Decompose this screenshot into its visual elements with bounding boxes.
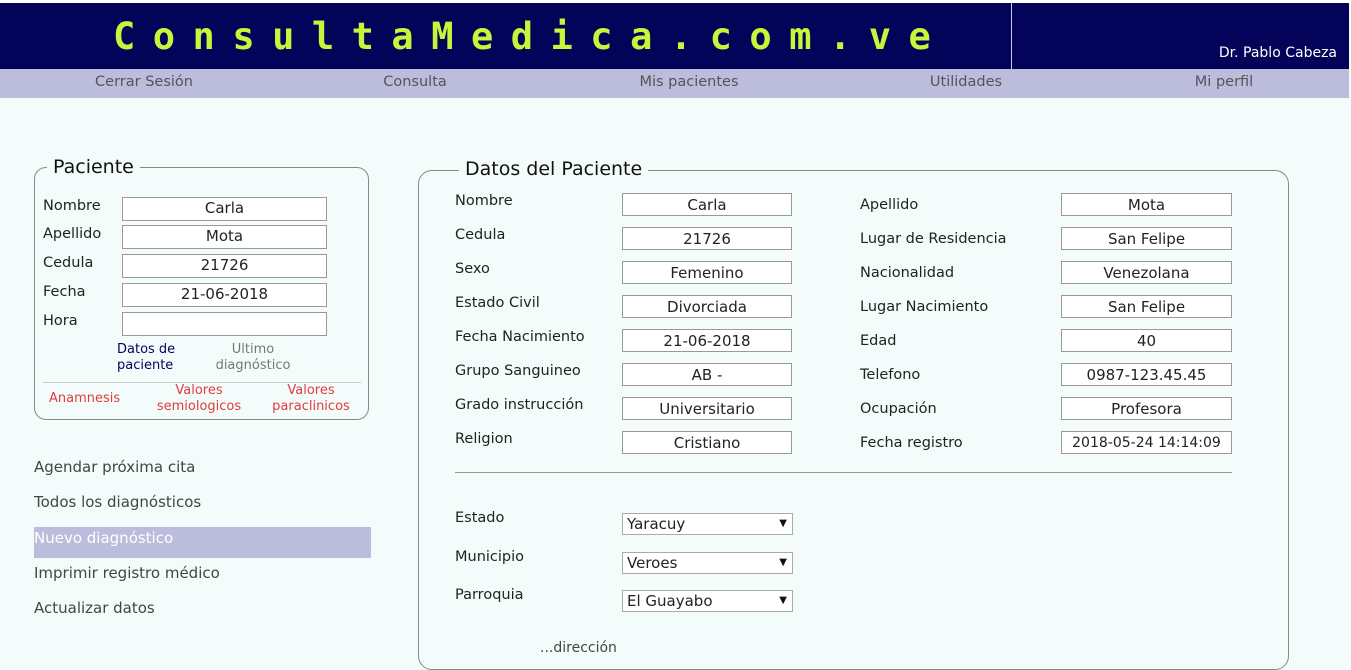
datos-apellido-field[interactable]: Mota — [1061, 193, 1232, 216]
nav-consulta[interactable]: Consulta — [383, 74, 447, 90]
side-nuevo-diagnostico[interactable]: Nuevo diagnóstico — [34, 527, 371, 558]
datos-label-edad: Edad — [860, 333, 897, 349]
datos-label-parroquia: Parroquia — [455, 587, 524, 603]
datos-label-fecha-nacimiento: Fecha Nacimiento — [455, 329, 585, 345]
side-imprimir-registro[interactable]: Imprimir registro médico — [34, 564, 220, 582]
datos-label-fecha-registro: Fecha registro — [860, 435, 963, 451]
datos-estado-civil-field[interactable]: Divorciada — [622, 295, 792, 318]
chevron-down-icon: ▼ — [779, 595, 787, 606]
datos-lugar-residencia-field[interactable]: San Felipe — [1061, 227, 1232, 250]
estado-select-value: Yaracuy — [627, 515, 686, 533]
nav-mis-pacientes[interactable]: Mis pacientes — [639, 74, 738, 90]
datos-lugar-nacimiento-field[interactable]: San Felipe — [1061, 295, 1232, 318]
patient-nombre-field[interactable]: Carla — [122, 197, 327, 221]
datos-grado-instruccion-field[interactable]: Universitario — [622, 397, 792, 420]
datos-telefono-field[interactable]: 0987-123.45.45 — [1061, 363, 1232, 386]
datos-ocupacion-field[interactable]: Profesora — [1061, 397, 1232, 420]
datos-label-grado-instruccion: Grado instrucción — [455, 397, 584, 413]
datos-fecha-nacimiento-field[interactable]: 21-06-2018 — [622, 329, 792, 352]
link-valores-paraclinicos[interactable]: Valores paraclinicos — [265, 383, 357, 415]
header-divider — [1011, 3, 1012, 69]
nav-mi-perfil[interactable]: Mi perfil — [1195, 74, 1253, 90]
patient-label-fecha: Fecha — [43, 284, 86, 300]
datos-label-ocupacion: Ocupación — [860, 401, 937, 417]
datos-divider — [455, 472, 1232, 473]
estado-select[interactable]: Yaracuy ▼ — [622, 513, 793, 535]
main-nav: Cerrar Sesión Consulta Mis pacientes Uti… — [0, 69, 1349, 98]
datos-nombre-field[interactable]: Carla — [622, 193, 792, 216]
doctor-name: Dr. Pablo Cabeza — [1218, 45, 1337, 61]
chevron-down-icon: ▼ — [779, 518, 787, 529]
chevron-down-icon: ▼ — [779, 557, 787, 568]
datos-nacionalidad-field[interactable]: Venezolana — [1061, 261, 1232, 284]
patient-apellido-field[interactable]: Mota — [122, 225, 327, 249]
patient-hora-field[interactable] — [122, 312, 327, 336]
datos-edad-field[interactable]: 40 — [1061, 329, 1232, 352]
datos-label-nombre: Nombre — [455, 193, 513, 209]
parroquia-select-value: El Guayabo — [627, 592, 713, 610]
link-datos-paciente[interactable]: Datos de paciente — [117, 342, 187, 374]
municipio-select-value: Veroes — [627, 554, 678, 572]
link-ultimo-diagnostico[interactable]: Ultimo diagnóstico — [211, 342, 295, 374]
datos-label-nacionalidad: Nacionalidad — [860, 265, 955, 281]
nav-utilidades[interactable]: Utilidades — [930, 74, 1002, 90]
side-actualizar-datos[interactable]: Actualizar datos — [34, 599, 155, 617]
parroquia-select[interactable]: El Guayabo ▼ — [622, 590, 793, 612]
datos-label-municipio: Municipio — [455, 549, 525, 565]
datos-label-apellido: Apellido — [860, 197, 919, 213]
link-valores-semiologicos[interactable]: Valores semiologicos — [151, 383, 247, 415]
patient-box-title: Paciente — [47, 156, 140, 178]
datos-label-estado-civil: Estado Civil — [455, 295, 540, 311]
datos-label-telefono: Telefono — [860, 367, 921, 383]
patient-label-hora: Hora — [43, 313, 78, 329]
side-todos-diagnosticos[interactable]: Todos los diagnósticos — [34, 493, 201, 511]
nav-cerrar-sesion[interactable]: Cerrar Sesión — [95, 74, 193, 90]
datos-label-sexo: Sexo — [455, 261, 490, 277]
patient-label-apellido: Apellido — [43, 226, 102, 242]
datos-label-lugar-nacimiento: Lugar Nacimiento — [860, 299, 989, 315]
datos-fecha-registro-field[interactable]: 2018-05-24 14:14:09 — [1061, 431, 1232, 454]
patient-label-cedula: Cedula — [43, 255, 94, 271]
datos-label-estado: Estado — [455, 510, 505, 526]
patient-fecha-field[interactable]: 21-06-2018 — [122, 283, 327, 307]
side-agendar-cita[interactable]: Agendar próxima cita — [34, 458, 195, 476]
datos-sexo-field[interactable]: Femenino — [622, 261, 792, 284]
datos-religion-field[interactable]: Cristiano — [622, 431, 792, 454]
datos-label-religion: Religion — [455, 431, 513, 447]
site-header: ConsultaMedica.com.ve Dr. Pablo Cabeza — [0, 3, 1349, 69]
patient-cedula-field[interactable]: 21726 — [122, 254, 327, 278]
datos-cedula-field[interactable]: 21726 — [622, 227, 792, 250]
municipio-select[interactable]: Veroes ▼ — [622, 552, 793, 574]
datos-label-lugar-residencia: Lugar de Residencia — [860, 231, 1007, 247]
patient-summary-box: Paciente Nombre Carla Apellido Mota Cedu… — [34, 156, 369, 420]
site-logo[interactable]: ConsultaMedica.com.ve — [113, 15, 948, 58]
patient-label-nombre: Nombre — [43, 198, 101, 214]
datos-label-grupo-sanguineo: Grupo Sanguineo — [455, 363, 581, 379]
link-anamnesis[interactable]: Anamnesis — [49, 391, 129, 407]
datos-grupo-sanguineo-field[interactable]: AB - — [622, 363, 792, 386]
datos-label-cedula: Cedula — [455, 227, 506, 243]
cut-off-label: ...dirección — [540, 640, 617, 656]
patient-data-title: Datos del Paciente — [459, 158, 649, 180]
side-nuevo-diagnostico-label: Nuevo diagnóstico — [34, 529, 174, 547]
